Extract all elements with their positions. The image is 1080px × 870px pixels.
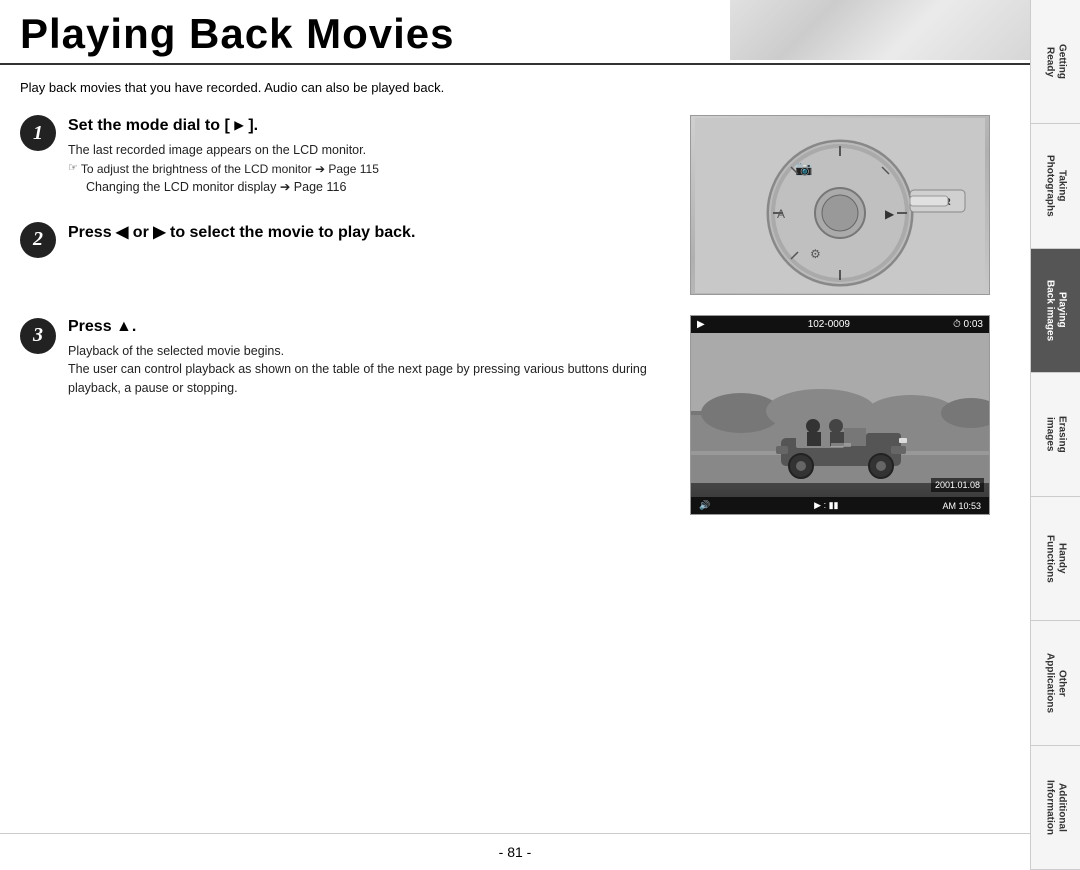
step-3: 3 Press ▲. Playback of the selected movi…	[20, 318, 670, 398]
page-header: Playing Back Movies	[0, 0, 1030, 65]
step-2-title: Press ◀ or ▶ to select the movie to play…	[68, 222, 670, 242]
sidebar-tab-handy[interactable]: HandyFunctions	[1031, 497, 1080, 621]
step-3-title: Press ▲.	[68, 318, 670, 336]
step-3-number: 3	[20, 318, 56, 354]
svg-text:📷: 📷	[795, 160, 812, 177]
step-1-title: Set the mode dial to [ ▶ ].	[68, 115, 670, 135]
volume-icon: 🔊	[699, 500, 710, 511]
sidebar-tab-other[interactable]: OtherApplications	[1031, 621, 1080, 745]
movie-file-id: 102-0009	[808, 319, 850, 330]
sidebar-tab-playing-back[interactable]: PlayingBack images	[1031, 249, 1080, 373]
step-2-content: Press ◀ or ▶ to select the movie to play…	[68, 222, 670, 248]
movie-bottom-bar: 🔊 ▶ : ▮▮ AM 10:53	[691, 497, 989, 514]
movie-time-display: AM 10:53	[942, 501, 981, 511]
sidebar-tab-additional[interactable]: AdditionalInformation	[1031, 746, 1080, 870]
step-1-desc: The last recorded image appears on the L…	[68, 141, 670, 197]
step-3-content: Press ▲. Playback of the selected movie …	[68, 318, 670, 398]
movie-screen: ▶ 102-0009 ⏱ 0:03	[691, 316, 989, 514]
sidebar-tab-erasing-label: Erasingimages	[1044, 416, 1068, 453]
main-content: Playing Back Movies Play back movies tha…	[0, 0, 1030, 870]
sidebar-tab-taking-photos-label: TakingPhotographs	[1044, 155, 1068, 217]
sidebar-tab-handy-label: HandyFunctions	[1044, 535, 1068, 583]
sidebar-tab-playing-back-label: PlayingBack images	[1044, 280, 1068, 341]
intro-text: Play back movies that you have recorded.…	[20, 80, 1010, 95]
movie-time: ⏱ 0:03	[953, 319, 983, 330]
dial-svg: 📷 ▶ M ⚙ A	[695, 118, 985, 293]
step-2: 2 Press ◀ or ▶ to select the movie to pl…	[20, 222, 670, 258]
sidebar-tab-getting-ready[interactable]: GettingReady	[1031, 0, 1080, 124]
movie-date: 2001.01.08	[931, 478, 984, 492]
sidebar-tab-taking-photos[interactable]: TakingPhotographs	[1031, 124, 1080, 248]
playback-controls: ▶ : ▮▮	[814, 500, 838, 511]
movie-icon: ▶	[697, 319, 705, 330]
steps-and-images: 1 Set the mode dial to [ ▶ ]. The last r…	[20, 115, 1010, 515]
step-3-desc: Playback of the selected movie begins. T…	[68, 342, 670, 398]
page-number: - 81 -	[499, 844, 532, 860]
step-1-content: Set the mode dial to [ ▶ ]. The last rec…	[68, 115, 670, 197]
movie-frame: 2001.01.08	[691, 333, 989, 497]
content-area: Play back movies that you have recorded.…	[0, 65, 1030, 833]
movie-playback-image: ▶ 102-0009 ⏱ 0:03	[690, 315, 990, 515]
sidebar-tab-other-label: OtherApplications	[1044, 653, 1068, 713]
step-1-note-1: ☞ To adjust the brightness of the LCD mo…	[68, 160, 670, 178]
sidebar-tab-getting-ready-label: GettingReady	[1044, 44, 1068, 79]
header-background	[730, 0, 1030, 60]
movie-scene-svg	[691, 333, 989, 483]
movie-top-bar: ▶ 102-0009 ⏱ 0:03	[691, 316, 989, 333]
steps-column: 1 Set the mode dial to [ ▶ ]. The last r…	[20, 115, 690, 515]
step-1-note-2: Changing the LCD monitor display ➔ Page …	[68, 178, 670, 197]
images-column: 📷 ▶ M ⚙ A	[690, 115, 1010, 515]
step-1: 1 Set the mode dial to [ ▶ ]. The last r…	[20, 115, 670, 197]
page-footer: - 81 -	[0, 833, 1030, 870]
svg-text:⚙: ⚙	[810, 247, 821, 261]
step-2-number: 2	[20, 222, 56, 258]
right-sidebar: GettingReady TakingPhotographs PlayingBa…	[1030, 0, 1080, 870]
step-1-number: 1	[20, 115, 56, 151]
sidebar-tab-erasing[interactable]: Erasingimages	[1031, 373, 1080, 497]
svg-text:▶: ▶	[885, 207, 895, 221]
mode-dial-image: 📷 ▶ M ⚙ A	[690, 115, 990, 295]
sidebar-tab-additional-label: AdditionalInformation	[1044, 780, 1068, 835]
dial-container: 📷 ▶ M ⚙ A	[691, 116, 989, 294]
